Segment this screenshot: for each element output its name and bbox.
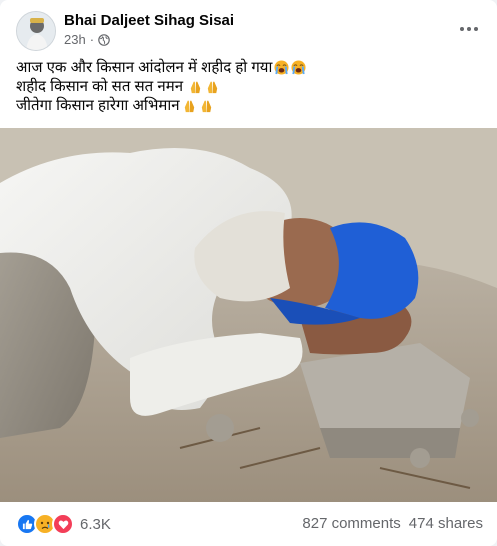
reaction-icons [16, 513, 74, 535]
engagement-stats: 827 comments 474 shares [302, 515, 483, 532]
more-options-icon[interactable] [453, 16, 485, 42]
caption-line-1: आज एक और किसान आंदोलन में शहीद हो गया [16, 59, 273, 76]
folded-hands-icon [207, 81, 218, 94]
facebook-post: Bhai Daljeet Sihag Sisai 23h · आज एक और … [0, 0, 497, 546]
author-name[interactable]: Bhai Daljeet Sihag Sisai [64, 12, 234, 29]
post-photo[interactable] [0, 128, 497, 502]
post-caption: आज एक और किसान आंदोलन में शहीद हो गया शह… [16, 58, 486, 115]
loudly-crying-face-icon [274, 60, 289, 75]
globe-icon[interactable] [98, 33, 110, 46]
caption-line: शहीद किसान को सत सत नमन [16, 77, 486, 96]
folded-hands-icon [184, 100, 194, 113]
reaction-count[interactable]: 6.3K [80, 516, 111, 533]
folded-hands-icon [190, 81, 201, 94]
loudly-crying-face-icon [291, 60, 306, 75]
post-meta: 23h · [64, 32, 110, 47]
caption-line-3: जीतेगा किसान हारेगा अभिमान [16, 97, 180, 114]
comments-count[interactable]: 827 comments [302, 515, 400, 532]
photo-illustration [0, 128, 497, 502]
post-timestamp[interactable]: 23h [64, 32, 86, 47]
reaction-summary[interactable]: 6.3K [16, 513, 111, 535]
love-icon [52, 513, 74, 535]
caption-line: जीतेगा किसान हारेगा अभिमान [16, 96, 486, 115]
meta-separator: · [89, 32, 95, 47]
caption-line-2: शहीद किसान को सत सत नमन [16, 78, 184, 95]
author-avatar[interactable] [16, 11, 56, 51]
caption-line: आज एक और किसान आंदोलन में शहीद हो गया [16, 58, 486, 77]
folded-hands-icon [201, 100, 211, 113]
shares-count[interactable]: 474 shares [409, 515, 483, 532]
